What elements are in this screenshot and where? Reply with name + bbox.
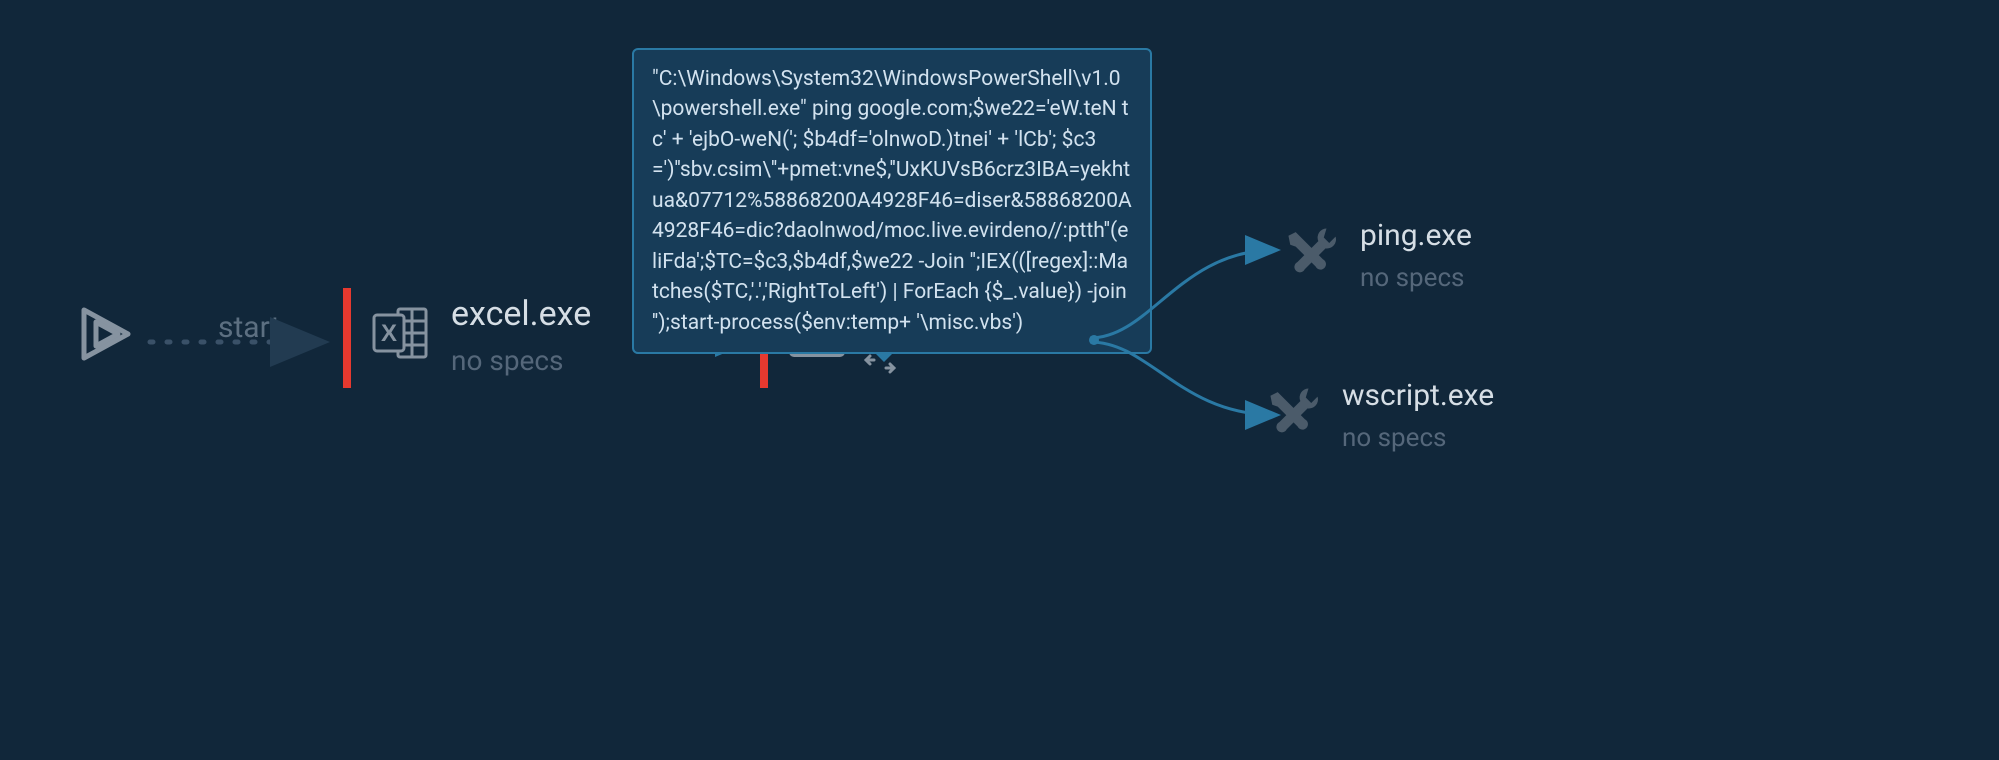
connector-start-excel [150, 330, 350, 360]
node-excel: X excel.exe no specs [343, 288, 591, 388]
severity-bar [343, 288, 351, 388]
play-icon [74, 302, 138, 366]
node-sub: no specs [1342, 423, 1494, 453]
node-sub: no specs [451, 344, 591, 377]
node-sub: no specs [1360, 263, 1472, 293]
tools-icon [1278, 218, 1346, 286]
process-flow-diagram: start X excel [0, 0, 1999, 760]
node-title: ping.exe [1360, 218, 1472, 253]
node-title: excel.exe [451, 294, 591, 334]
node-title: wscript.exe [1342, 378, 1494, 413]
tools-icon [1260, 378, 1328, 446]
node-ping: ping.exe no specs [1278, 218, 1472, 293]
command-tooltip: "C:\Windows\System32\WindowsPowerShell\v… [632, 48, 1152, 354]
node-wscript: wscript.exe no specs [1260, 378, 1494, 453]
svg-text:X: X [381, 320, 397, 347]
excel-icon: X [365, 298, 435, 368]
